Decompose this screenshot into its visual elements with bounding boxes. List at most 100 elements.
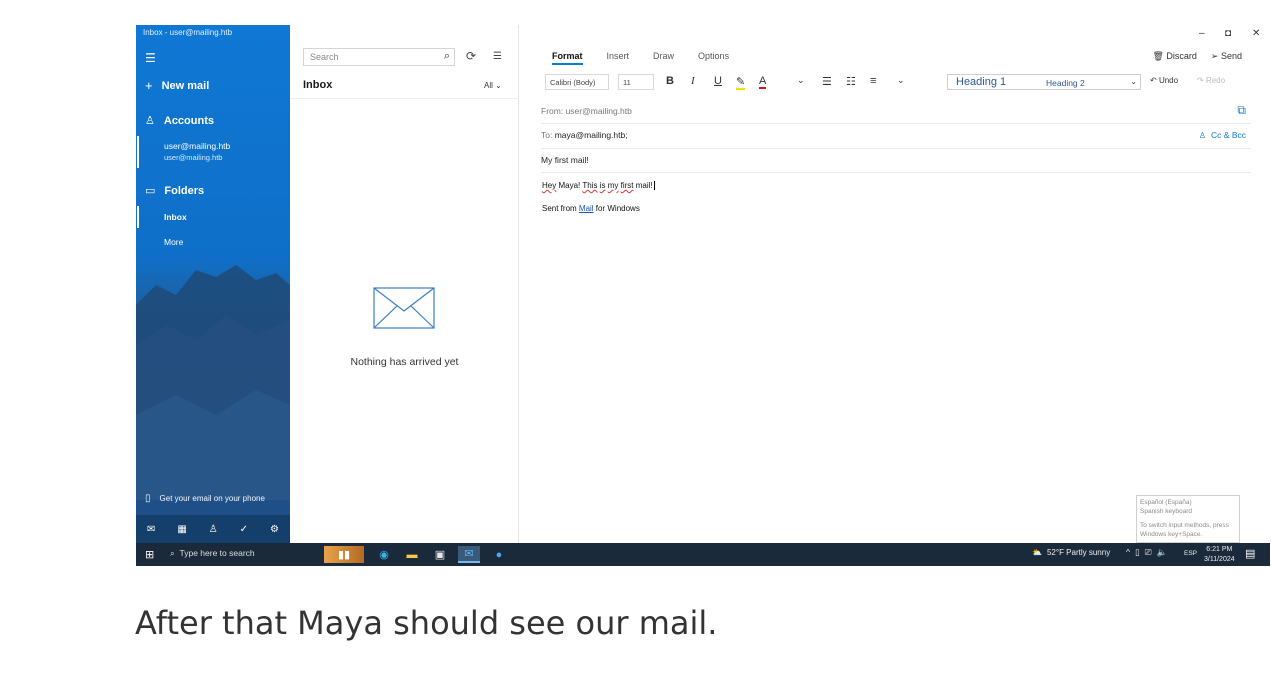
folder-more[interactable]: More [164,237,183,247]
divider [290,98,519,99]
popout-icon[interactable]: ⧉ [1237,103,1246,118]
inbox-title: Inbox [303,79,333,91]
accounts-header[interactable]: ♙ Accounts [145,114,214,128]
sidebar-bottom-bar: ✉ ▦ ♙ ✓ ⚙ [136,515,290,543]
edge-icon[interactable]: ◉ [373,546,395,563]
filter-label: All [484,81,493,90]
highlight-icon[interactable]: ✎ [736,75,746,90]
heading1-style[interactable]: Heading 1 [956,76,1006,88]
chevron-down-icon: ⌄ [495,81,502,90]
empty-state-text: Nothing has arrived yet [350,356,459,368]
screenshot: Inbox - user@mailing.htb ☰ + New mail ♙ … [136,25,1270,566]
phone-promo-label: Get your email on your phone [159,494,265,503]
clock-date: 3/11/2024 [1204,556,1235,563]
bullets-icon[interactable]: ☰ [822,75,832,88]
people-icon[interactable]: ♙ [209,524,218,535]
taskbar-search-placeholder: Type here to search [179,548,255,558]
subject-field[interactable]: My first mail! [541,155,1251,173]
underline-button[interactable]: U [714,75,722,87]
message-body[interactable]: Hey Maya! This is my first mail! [542,181,655,190]
notification-icon[interactable]: ▤ [1245,547,1255,560]
italic-button[interactable]: I [691,75,695,87]
person-icon: ♙ [145,115,155,127]
todo-icon[interactable]: ✓ [240,524,248,535]
body-text: mail! [633,181,653,190]
align-icon[interactable]: ≡ [870,75,876,87]
mail-link[interactable]: Mail [579,204,594,213]
format-toolbar: Calibri (Body) 11 B I U ✎ A ⌄ ☰ ☷ ≡ ⌄ He… [545,71,1235,93]
trash-icon: 🗑 [1152,51,1164,61]
file-explorer-icon[interactable]: ▬ [401,546,423,563]
bold-button[interactable]: B [666,75,674,87]
battery-icon[interactable]: ▯ [1135,547,1140,558]
system-tray: ^ ▯ ⎚ 🔈 [1126,547,1167,558]
weather-widget[interactable]: ⛅ 52°F Partly sunny [1032,548,1110,557]
mail-icon[interactable]: ✉ [147,524,155,535]
tab-insert[interactable]: Insert [607,51,630,65]
search-input[interactable]: Search ⌕ [303,48,455,66]
cc-bcc-label: Cc & Bcc [1211,130,1246,140]
close-icon[interactable]: ✕ [1252,28,1260,39]
account-name: user@mailing.htb [164,141,231,151]
undo-icon: ↶ [1150,76,1157,85]
redo-button[interactable]: ↷ Redo [1197,76,1225,85]
chevron-up-icon[interactable]: ^ [1126,547,1130,558]
window-title: Inbox - user@mailing.htb [143,28,233,37]
minimize-icon[interactable]: – [1199,28,1205,39]
to-label: To: [541,130,553,140]
discard-button[interactable]: 🗑 Discard [1152,51,1196,62]
heading2-style[interactable]: Heading 2 [1046,78,1085,88]
send-label: Send [1220,51,1242,61]
calendar-icon[interactable]: ▦ [177,524,186,535]
search-icon[interactable]: ⌕ [444,50,450,63]
mail-app-icon[interactable]: ✉ [458,546,480,563]
account-item[interactable]: user@mailing.htb user@mailing.htb [164,141,230,163]
undo-button[interactable]: ↶ Undo [1150,76,1178,85]
app-icon[interactable]: ● [488,546,510,563]
restore-icon[interactable]: ◘ [1225,28,1231,39]
numbering-icon[interactable]: ☷ [846,75,856,88]
chevron-down-icon[interactable]: ⌄ [897,75,905,86]
phone-promo[interactable]: ▯ Get your email on your phone [145,493,265,504]
tab-draw[interactable]: Draw [653,51,674,65]
font-color-button[interactable]: A [759,75,767,89]
folders-header[interactable]: ▭ Folders [145,184,204,198]
font-size-box[interactable]: 11 [618,74,654,90]
filter-dropdown[interactable]: All ⌄ [484,81,502,90]
taskbar-search[interactable]: ⌕ Type here to search [170,548,255,559]
hamburger-menu-icon[interactable]: ☰ [145,51,156,65]
styles-gallery[interactable]: Heading 1 Heading 2 ⌄ [947,74,1141,90]
signature-post: for Windows [593,204,640,213]
ime-hint: To switch input methods, press Windows k… [1140,522,1229,538]
chevron-down-icon[interactable]: ⌄ [797,75,805,86]
volume-icon[interactable]: 🔈 [1157,547,1168,558]
account-email: user@mailing.htb [164,153,223,162]
undo-label: Undo [1158,76,1179,85]
compose-pane: – ◘ ✕ Format Insert Draw Options 🗑 Disca… [519,25,1270,543]
sync-icon[interactable]: ⟳ [466,49,476,63]
font-name-box[interactable]: Calibri (Body) [545,74,609,90]
settings-icon[interactable]: ⚙ [270,524,279,535]
chevron-down-icon[interactable]: ⌄ [1130,77,1137,86]
message-list-pane: Search ⌕ ⟳ ☰ Inbox All ⌄ Nothing has arr… [290,25,519,543]
clock[interactable]: 6:21 PM 3/11/2024 [1204,545,1235,565]
send-button[interactable]: ➢ Send [1211,51,1242,62]
windows-start-icon[interactable]: ⊞ [145,548,154,561]
compose-actions: 🗑 Discard ➢ Send [1152,51,1242,62]
from-label: From: [541,106,564,116]
tab-options[interactable]: Options [698,51,729,65]
tab-format[interactable]: Format [552,51,583,65]
store-icon[interactable]: ▣ [429,546,451,563]
widget-app-icon[interactable]: ▮▮ [324,546,364,563]
body-word: first [620,181,634,190]
new-mail-label: New mail [161,79,210,92]
to-field[interactable]: To: maya@mailing.htb; ♙ Cc & Bcc [541,130,1251,149]
folder-inbox[interactable]: Inbox [164,212,187,222]
select-mode-icon[interactable]: ☰ [493,51,502,62]
body-text: Maya! [556,181,583,190]
cc-bcc-button[interactable]: ♙ Cc & Bcc [1199,130,1246,141]
network-icon[interactable]: ⎚ [1145,547,1152,558]
new-mail-button[interactable]: + New mail [145,78,209,93]
language-indicator[interactable]: ESP [1184,550,1197,557]
redo-icon: ↷ [1197,76,1204,85]
